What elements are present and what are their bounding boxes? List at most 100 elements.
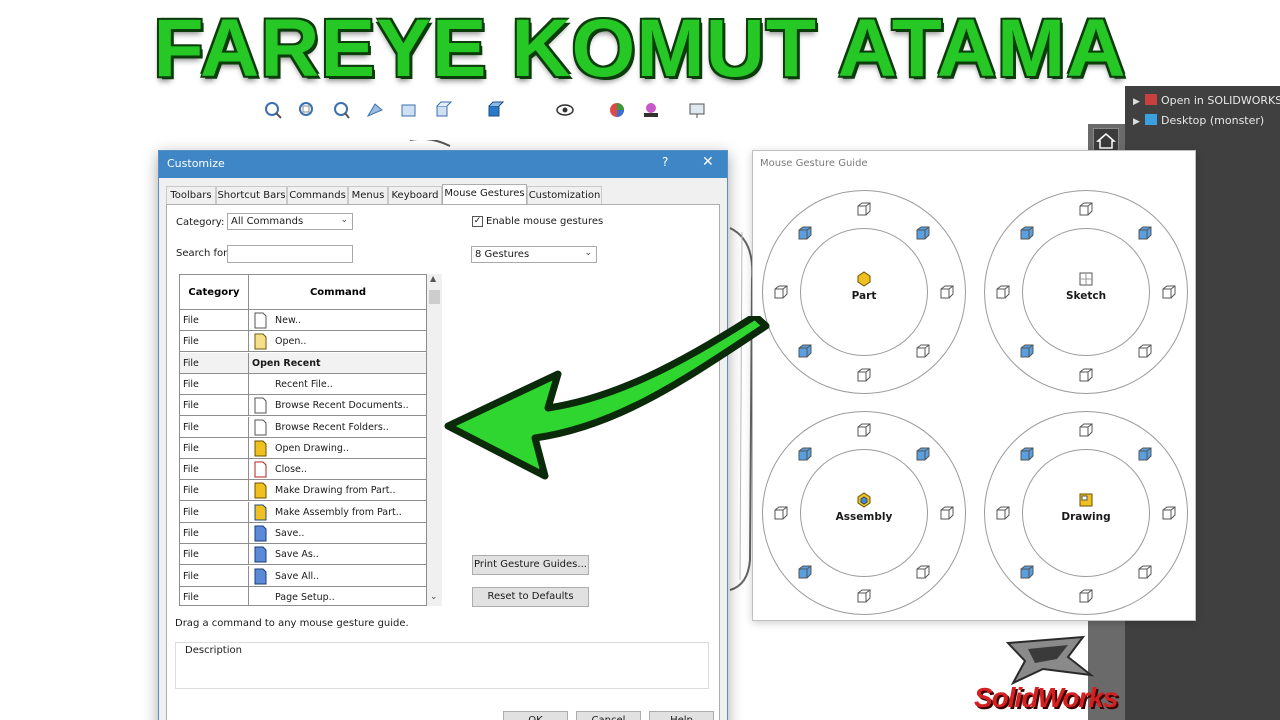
tab-shortcut-bars[interactable]: Shortcut Bars [216,186,287,205]
previous-view-icon[interactable] [331,100,351,120]
expand-arrow-icon[interactable]: ▶ [1133,117,1145,127]
view-cube-icon[interactable] [1160,283,1178,301]
column-header-category[interactable]: Category [180,275,249,310]
dynamic-annotation-icon[interactable] [399,100,419,120]
view-cube-icon[interactable] [1077,200,1095,218]
view-cube-icon[interactable] [796,342,814,360]
table-row[interactable]: File Open Recent [180,352,426,374]
zoom-to-fit-icon[interactable] [263,100,283,120]
table-row[interactable]: File Open Drawing.. [180,437,426,459]
view-settings-icon[interactable] [687,100,707,120]
table-row[interactable]: File Save As.. [180,544,426,566]
table-row[interactable]: File Make Assembly from Part.. [180,501,426,523]
zoom-area-icon[interactable] [297,100,317,120]
gesture-wheel-part: Part [762,190,966,394]
view-cube-icon[interactable] [1136,445,1154,463]
view-cube-icon[interactable] [994,504,1012,522]
expand-arrow-icon[interactable]: ▶ [1133,97,1145,107]
enable-gestures-checkbox[interactable]: ✓ [472,216,483,227]
view-orientation-icon[interactable] [433,100,453,120]
tab-menus[interactable]: Menus [348,186,388,205]
table-cell-category: File [180,586,249,605]
view-cube-icon[interactable] [1160,504,1178,522]
view-cube-icon[interactable] [855,587,873,605]
scroll-down-icon[interactable]: ⌄ [430,592,438,602]
part-icon [857,271,871,287]
tab-mouse-gestures[interactable]: Mouse Gestures [442,184,527,206]
view-cube-icon[interactable] [796,445,814,463]
table-row[interactable]: File Browse Recent Folders.. [180,416,426,438]
chevron-down-icon: ⌄ [584,248,592,258]
view-cube-icon[interactable] [1136,224,1154,242]
table-row[interactable]: File Close.. [180,459,426,481]
table-row[interactable]: File Page Setup.. [180,586,426,605]
task-pane-item-desktop[interactable]: ▶ Desktop (monster) [1133,114,1264,127]
tab-customization[interactable]: Customization [527,186,602,205]
table-row[interactable]: File Browse Recent Documents.. [180,395,426,417]
view-cube-icon[interactable] [914,224,932,242]
ok-button[interactable]: OK [503,711,568,720]
view-cube-icon[interactable] [1077,587,1095,605]
view-cube-icon[interactable] [1077,366,1095,384]
apply-scene-icon[interactable] [641,100,661,120]
search-label: Search for: [176,248,231,259]
view-cube-icon[interactable] [796,563,814,581]
gestures-count-select[interactable]: 8 Gestures ⌄ [471,246,597,263]
tab-commands[interactable]: Commands [287,186,348,205]
view-cube-icon[interactable] [855,200,873,218]
desktop-icon [1145,114,1157,125]
view-cube-icon[interactable] [1136,563,1154,581]
table-row[interactable]: File Open.. [180,331,426,353]
print-gesture-guides-button[interactable]: Print Gesture Guides... [472,555,589,575]
category-select[interactable]: All Commands ⌄ [227,213,353,230]
dialog-title: Customize [167,157,225,170]
close-button[interactable]: ✕ [702,154,714,170]
view-cube-icon[interactable] [914,563,932,581]
wheel-label: Sketch [1065,290,1107,302]
table-cell-command: Open.. [275,336,307,348]
display-style-icon[interactable] [485,100,505,120]
view-cube-icon[interactable] [1136,342,1154,360]
view-cube-icon[interactable] [938,283,956,301]
table-cell-category: File [180,416,249,438]
view-cube-icon[interactable] [994,283,1012,301]
help-dialog-button[interactable]: Help [649,711,714,720]
view-cube-icon[interactable] [1018,563,1036,581]
tab-keyboard[interactable]: Keyboard [388,186,442,205]
view-cube-icon[interactable] [938,504,956,522]
gesture-wheel-drawing: Drawing [984,411,1188,615]
tab-toolbars[interactable]: Toolbars [166,186,216,205]
view-cube-icon[interactable] [855,421,873,439]
help-button[interactable]: ? [662,155,668,169]
task-pane-item-open-in-solidworks[interactable]: ▶ Open in SOLIDWORKS [1133,94,1280,107]
table-row[interactable]: File Save All.. [180,565,426,587]
view-cube-icon[interactable] [914,445,932,463]
view-cube-icon[interactable] [772,283,790,301]
table-row[interactable]: File New.. [180,310,426,331]
table-cell-command: Save All.. [275,570,320,582]
table-cell-command: Save.. [275,528,305,539]
column-header-command[interactable]: Command [249,275,426,310]
scrollbar-thumb[interactable] [429,290,440,304]
view-cube-icon[interactable] [1077,421,1095,439]
table-cell-category: File [180,565,249,587]
view-cube-icon[interactable] [855,366,873,384]
view-cube-icon[interactable] [772,504,790,522]
cancel-button[interactable]: Cancel [576,711,641,720]
search-input[interactable] [227,245,353,263]
edit-appearance-icon[interactable] [607,100,627,120]
hide-show-items-icon[interactable] [555,100,575,120]
reset-to-defaults-button[interactable]: Reset to Defaults [472,587,589,607]
dialog-titlebar[interactable]: Customize ? ✕ [159,151,727,178]
view-cube-icon[interactable] [1018,445,1036,463]
table-row[interactable]: File Save.. [180,523,426,544]
view-cube-icon[interactable] [796,224,814,242]
table-cell-category: File [180,310,249,331]
view-cube-icon[interactable] [914,342,932,360]
view-cube-icon[interactable] [1018,342,1036,360]
view-cube-icon[interactable] [1018,224,1036,242]
table-row[interactable]: File Make Drawing from Part.. [180,480,426,502]
table-row[interactable]: File Recent File.. [180,373,426,395]
section-view-icon[interactable] [365,100,385,120]
scroll-up-icon[interactable]: ▲ [430,274,436,283]
